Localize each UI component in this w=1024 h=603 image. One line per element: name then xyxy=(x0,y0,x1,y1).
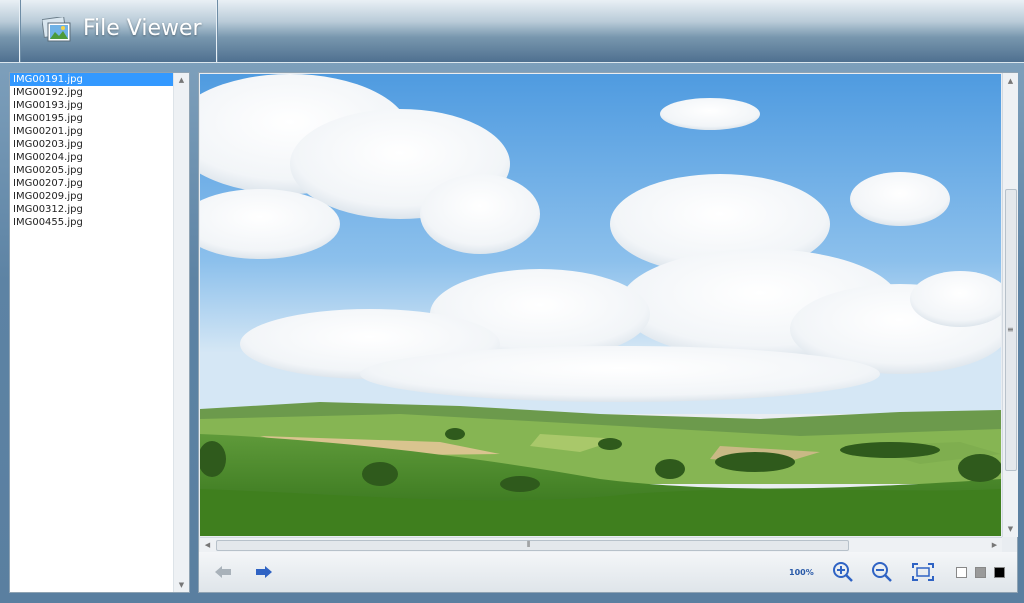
photo-app-icon xyxy=(42,17,71,42)
vertical-scrollbar[interactable]: ▲ ≡ ▼ xyxy=(1002,73,1018,537)
file-list-item[interactable]: IMG00195.jpg xyxy=(10,112,173,125)
zoom-in-icon xyxy=(833,562,853,582)
next-image-button[interactable] xyxy=(254,563,274,581)
file-list-panel: IMG00191.jpg IMG00192.jpg IMG00193.jpg IMG0… xyxy=(9,72,190,593)
zoom-out-button[interactable] xyxy=(870,560,894,584)
file-list-item[interactable]: IMG00201.jpg xyxy=(10,125,173,138)
app-title: File Viewer xyxy=(83,16,202,41)
landscape-image xyxy=(200,74,1001,536)
header-divider xyxy=(216,0,217,62)
fit-to-screen-icon xyxy=(912,563,934,581)
file-list[interactable]: IMG00191.jpg IMG00192.jpg IMG00193.jpg IMG0… xyxy=(10,73,173,592)
scroll-up-icon[interactable]: ▲ xyxy=(1003,76,1018,86)
horizontal-scroll-thumb[interactable]: ⦀ xyxy=(216,540,849,551)
grip-icon: ≡ xyxy=(1007,325,1014,334)
zoom-out-icon xyxy=(872,562,892,582)
scroll-down-icon[interactable]: ▼ xyxy=(1003,524,1018,534)
file-list-item[interactable]: IMG00455.jpg xyxy=(10,216,173,229)
file-list-item[interactable]: IMG00312.jpg xyxy=(10,203,173,216)
file-list-item[interactable]: IMG00205.jpg xyxy=(10,164,173,177)
file-list-item[interactable]: IMG00204.jpg xyxy=(10,151,173,164)
horizontal-scrollbar[interactable]: ◀ ⦀ ▶ xyxy=(200,537,1002,552)
zoom-level: 100% xyxy=(789,568,814,577)
app-header: File Viewer xyxy=(0,0,1024,63)
zoom-in-button[interactable] xyxy=(831,560,855,584)
viewer-toolbar: 100% xyxy=(199,552,1017,592)
file-list-item[interactable]: IMG00209.jpg xyxy=(10,190,173,203)
arrow-right-icon xyxy=(256,566,272,578)
background-black-swatch[interactable] xyxy=(994,567,1005,578)
file-list-scrollbar[interactable]: ▲ ▼ xyxy=(173,73,189,592)
file-list-item[interactable]: IMG00191.jpg xyxy=(10,73,173,86)
image-viewer: ▲ ≡ ▼ ◀ ⦀ ▶ 100% xyxy=(198,72,1018,593)
arrow-left-icon xyxy=(215,566,231,578)
header-divider xyxy=(19,0,20,62)
file-list-item[interactable]: IMG00207.jpg xyxy=(10,177,173,190)
scroll-down-icon[interactable]: ▼ xyxy=(174,580,189,590)
background-gray-swatch[interactable] xyxy=(975,567,986,578)
fit-to-screen-button[interactable] xyxy=(911,561,935,583)
scroll-right-icon[interactable]: ▶ xyxy=(987,540,1002,550)
file-list-item[interactable]: IMG00192.jpg xyxy=(10,86,173,99)
file-list-item[interactable]: IMG00203.jpg xyxy=(10,138,173,151)
vertical-scroll-thumb[interactable]: ≡ xyxy=(1005,189,1017,471)
previous-image-button[interactable] xyxy=(213,563,233,581)
scroll-left-icon[interactable]: ◀ xyxy=(200,540,215,550)
file-list-item[interactable]: IMG00193.jpg xyxy=(10,99,173,112)
grip-icon: ⦀ xyxy=(527,540,531,549)
displayed-photo xyxy=(200,74,1001,536)
scroll-up-icon[interactable]: ▲ xyxy=(174,75,189,85)
background-white-swatch[interactable] xyxy=(956,567,967,578)
